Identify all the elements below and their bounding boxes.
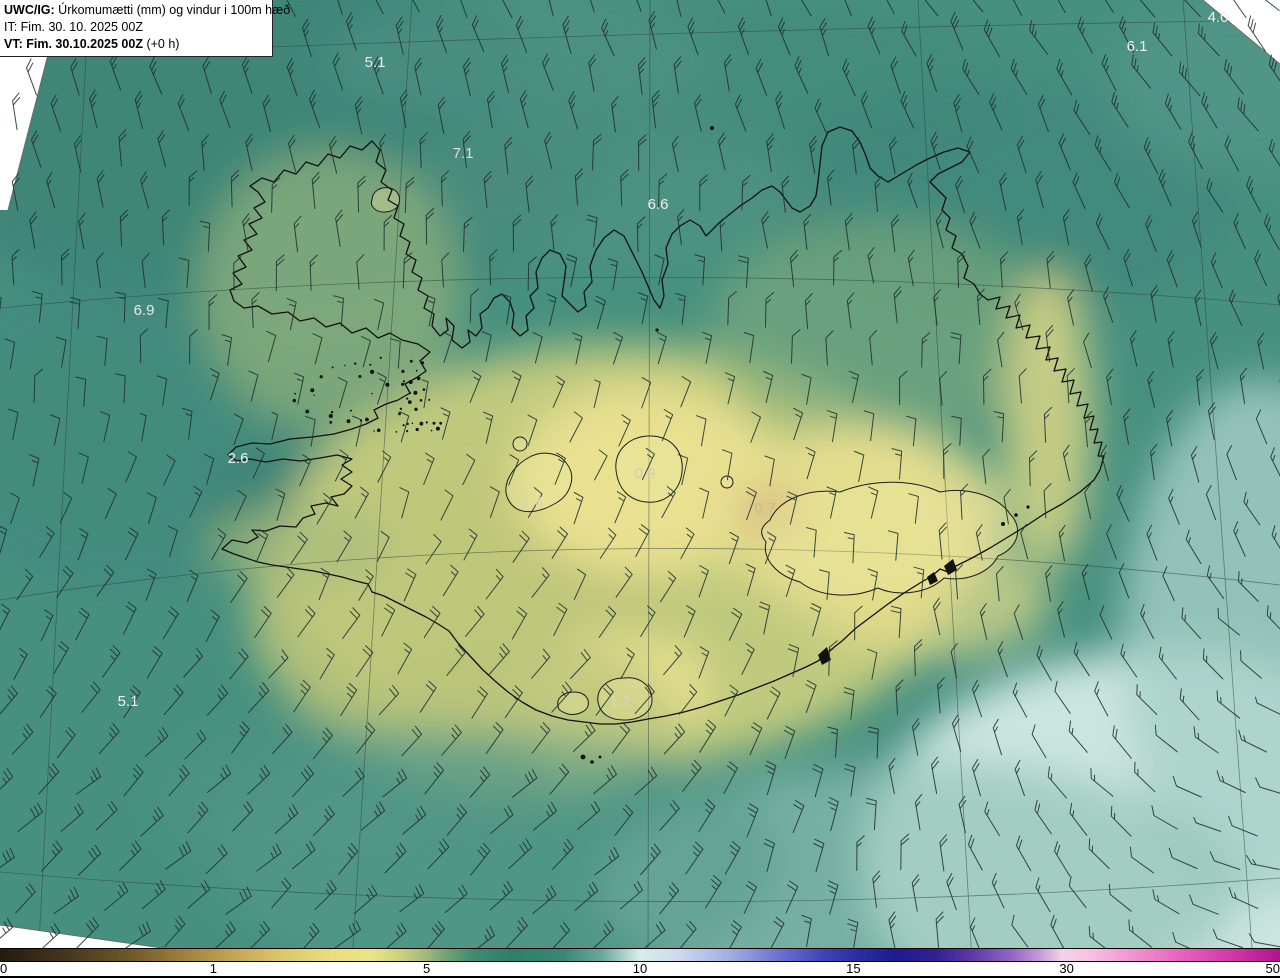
product-description: Úrkomumætti (mm) og vindur i 100m hæð <box>55 3 290 17</box>
map-value-label: 5.1 <box>118 693 139 710</box>
init-time: IT: Fim. 30. 10. 2025 00Z <box>4 19 267 36</box>
map-value-label: 6.6 <box>648 196 669 213</box>
map-value-label: 2.6 <box>228 450 249 467</box>
glacier-small-2 <box>721 476 733 488</box>
colorbar-tick-10: 10 <box>633 962 647 976</box>
colorbar-tick-15: 15 <box>846 962 860 976</box>
map-value-label: 4.0 <box>1208 9 1229 26</box>
title-line-1: UWC/IG: Úrkomumætti (mm) og vindur i 100… <box>4 2 267 19</box>
map-value-label: 6.9 <box>134 302 155 319</box>
colorbar-tick-labels: 01510153050 <box>0 962 1280 978</box>
colorbar-tick-1: 1 <box>210 962 217 976</box>
map-value-label: 1.2 <box>610 693 631 710</box>
map-value-label: 7.1 <box>453 145 474 162</box>
glacier-small-1 <box>513 437 527 451</box>
colorbar-tick-50: 50 <box>1266 962 1280 976</box>
product-id: UWC/IG: <box>4 3 55 17</box>
weather-map-screenshot: 5.1 4.0 6.1 7.1 6.6 6.9 2.6 1.4 0.9 0.7 5.1 1.2 UWC… <box>0 0 1280 978</box>
map-value-label: 1.4 <box>523 494 544 511</box>
map-value-label: 6.1 <box>1127 38 1148 55</box>
colorbar-tick-30: 30 <box>1059 962 1073 976</box>
map-value-label: 0.9 <box>635 465 656 482</box>
map-value-label: 5.1 <box>365 54 386 71</box>
colorbar-tick-0: 0 <box>0 962 7 976</box>
title-box: UWC/IG: Úrkomumætti (mm) og vindur i 100… <box>0 0 273 57</box>
glacier-eyjafjallajokull <box>558 692 589 715</box>
weather-map-canvas: 5.1 4.0 6.1 7.1 6.6 6.9 2.6 1.4 0.9 0.7 5.1 1.2 <box>0 0 1280 978</box>
precipitation-colorbar: 01510153050 <box>0 948 1280 978</box>
map-value-label: 0.7 <box>755 500 776 517</box>
valid-time: VT: Fim. 30.10.2025 00Z (+0 h) <box>4 36 267 53</box>
colorbar-tick-5: 5 <box>423 962 430 976</box>
glacier-drangajokull <box>371 188 399 212</box>
colorbar-gradient <box>0 948 1280 962</box>
